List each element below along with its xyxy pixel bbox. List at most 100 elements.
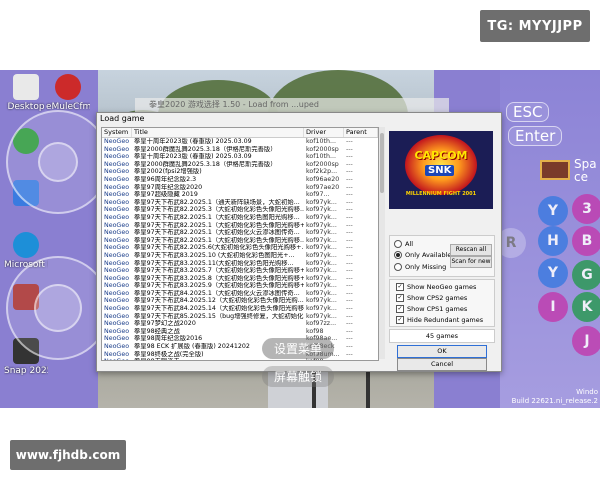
table-cell: ---: [344, 358, 378, 360]
table-row[interactable]: NeoGeo 拳皇97天下布武83.2025.11(大蛇初始化彩色阳光购移... k…: [102, 260, 378, 268]
table-row[interactable]: NeoGeo 拳皇97天下布武82.2025.6(大蛇初始化彩色头像阳光购移+..…: [102, 244, 378, 252]
table-cell: ---: [346, 320, 353, 328]
table-cell: 拳皇97天下布武82.2025.6(大蛇初始化彩色头像阳光购移+...: [134, 244, 304, 252]
check-show-cps2[interactable]: ✓ Show CPS2 games: [396, 294, 467, 302]
desktop-shortcut[interactable]: Desktop: [4, 74, 48, 112]
col-title[interactable]: Title: [132, 128, 304, 137]
table-cell: kof97yk...: [306, 312, 337, 320]
table-cell: ---: [346, 297, 353, 305]
table-cell: ---: [346, 160, 353, 168]
table-cell: NeoGeo: [104, 343, 130, 351]
table-row[interactable]: NeoGeo 拳皇97天下布武82.2025.1（大蛇初始化彩色图阳光购移... k…: [102, 214, 378, 222]
check-show-cps1[interactable]: ✓ Show CPS1 games: [396, 305, 467, 313]
table-row[interactable]: NeoGeo 拳皇十周年2023版 (春重版) 2025.03.09 kof10th…: [102, 153, 378, 161]
checkmark-icon: ✓: [396, 305, 404, 313]
table-row[interactable]: NeoGeo 拳皇97天下布武82.2025.1（大蛇初始化火云渗冰图传奇... k…: [102, 229, 378, 237]
table-cell: NeoGeo: [104, 244, 130, 252]
rescan-all-button[interactable]: Rescan all: [450, 244, 492, 256]
table-cell: kof2k2p...: [306, 168, 338, 176]
table-row[interactable]: NeoGeo 拳皇2002(fpsi2增强版) kof2k2p... ---: [102, 168, 378, 176]
button-i[interactable]: I: [538, 292, 568, 322]
check-hide-redundant[interactable]: ✓ Hide Redundant games: [396, 316, 483, 324]
scrollbar-thumb[interactable]: [380, 133, 384, 193]
esc-key[interactable]: ESC: [506, 102, 550, 122]
table-row[interactable]: NeoGeo 拳皇97天下布武82.2025.1（大蛇初始化彩色头像阳光购移+..…: [102, 222, 378, 230]
table-cell: NeoGeo: [104, 251, 130, 259]
table-row[interactable]: NeoGeo 拳皇2000群魔乱舞2025.3.18（伊格尼斯完善版） kof200…: [102, 161, 378, 169]
button-k[interactable]: K: [572, 292, 600, 322]
table-cell: ---: [346, 259, 353, 267]
table-row[interactable]: NeoGeo拳皇98周年纪念版2016kof98ae...---: [102, 335, 378, 343]
table-row[interactable]: NeoGeo 拳皇97梦幻之战2020 kof97zz... ---: [102, 320, 378, 328]
button-h[interactable]: H: [538, 226, 568, 256]
table-row[interactable]: NeoGeo拳皇98 ECK 扩展版 (春重版) 20241202kof98ec…: [102, 343, 378, 351]
table-cell: 拳皇97天下布武83.2025.11(大蛇初始化彩色阳光购移...: [134, 259, 294, 267]
button-g[interactable]: G: [572, 260, 600, 290]
table-cell: NeoGeo: [104, 138, 130, 145]
ok-button[interactable]: OK: [397, 345, 487, 358]
table-row[interactable]: NeoGeo拳皇98终极之战(完全版)kof98um...---: [102, 351, 378, 359]
table-row[interactable]: NeoGeo 拳皇97超级隐藏 2019 kof97... ---: [102, 191, 378, 199]
dpad-top[interactable]: [6, 110, 110, 214]
check-show-neogeo[interactable]: ✓ Show NeoGeo games: [396, 283, 476, 291]
list-scrollbar[interactable]: [379, 127, 385, 359]
table-cell: 拳皇97天下布武82.2025.1（通天新阵缺场景，大蛇初始...: [134, 198, 300, 206]
table-row[interactable]: NeoGeo 拳皇97天下布武82.2025.1（通天新阵缺场景，大蛇初始... k…: [102, 199, 378, 207]
table-row[interactable]: NeoGeo 拳皇97周年纪念版2020 kof97ae20 ---: [102, 184, 378, 192]
table-cell: ---: [346, 335, 353, 343]
enter-key[interactable]: Enter: [508, 126, 563, 146]
table-row[interactable]: NeoGeo 拳皇97天下布武84.2025.14（大蛇初始化彩色头像阳光购移+.…: [102, 305, 378, 313]
radio-only-missing[interactable]: Only Missing: [394, 263, 446, 271]
table-row[interactable]: NeoGeo 拳皇97天下布武83.2025.10 (大蛇初始化彩色图阳光+...…: [102, 252, 378, 260]
space-key[interactable]: Space: [574, 158, 600, 184]
table-row[interactable]: NeoGeo 拳皇97天下布武83.2025.8（大蛇初始化彩色头像阳光购移+..…: [102, 275, 378, 283]
button-y2[interactable]: Y: [538, 258, 568, 288]
analog-stick[interactable]: [6, 256, 110, 360]
button-y[interactable]: Y: [538, 196, 568, 226]
table-cell: kof97yk...: [306, 221, 337, 229]
button-3[interactable]: 3: [572, 194, 600, 224]
table-cell: NeoGeo: [102, 358, 132, 360]
table-row[interactable]: NeoGeo 拳皇97天下布武83.2025.9（大蛇初始化彩色头像阳光购移+..…: [102, 282, 378, 290]
emule-shortcut[interactable]: eMuleCfm: [46, 74, 90, 112]
table-cell: ---: [346, 229, 353, 237]
table-row[interactable]: NeoGeo 拳皇2000群魔乱舞2025.3.18（伊格尼斯完善版） kof200…: [102, 146, 378, 154]
table-cell: NeoGeo: [104, 198, 130, 206]
col-driver[interactable]: Driver: [304, 128, 344, 137]
table-row[interactable]: NeoGeo拳皇98无限连击kof98...---: [102, 358, 378, 360]
table-cell: kof97yk...: [306, 251, 337, 259]
table-row[interactable]: NeoGeo 拳皇97天下布武85.2025.15（bug增强终修复，大蛇初始化.…: [102, 313, 378, 321]
game-list[interactable]: System Title Driver Parent NeoGeo 拳皇十周年20…: [101, 127, 379, 361]
table-cell: ---: [346, 274, 353, 282]
edge-icon: [13, 232, 39, 258]
remote-desktop-screen: Desktop eMuleCfm Microsoft Edge Snap 202…: [0, 70, 600, 408]
table-cell: ---: [346, 183, 353, 191]
table-cell: ---: [346, 206, 353, 214]
table-cell: 拳皇98经典之战: [134, 327, 180, 335]
radio-all[interactable]: All: [394, 240, 413, 248]
table-row[interactable]: NeoGeo 拳皇96周年纪念版2.3 kof96ae20 ---: [102, 176, 378, 184]
table-row[interactable]: NeoGeo 拳皇十周年2023版 (春重版) 2025.03.09 kof10th…: [102, 138, 378, 146]
table-row[interactable]: NeoGeo 拳皇97天下布武82.2025.1（大蛇初始化彩色头像阳光购移...…: [102, 237, 378, 245]
button-j[interactable]: J: [572, 326, 600, 356]
settings-menu-button[interactable]: 设置菜单: [262, 338, 335, 359]
radio-dot: [394, 251, 402, 259]
radio-only-available[interactable]: Only Available: [394, 251, 451, 259]
screen-lock-button[interactable]: 屏幕触锁: [262, 366, 335, 387]
table-row[interactable]: NeoGeo 拳皇97天下布武84.2025.12（大蛇初始化彩色头像阳光购...…: [102, 297, 378, 305]
table-row[interactable]: NeoGeo 拳皇97天下布武84.2025.1（大蛇初始化火云渗冰图传奇... k…: [102, 290, 378, 298]
cancel-button[interactable]: Cancel: [397, 358, 487, 371]
button-b[interactable]: B: [572, 226, 600, 256]
table-row[interactable]: NeoGeo 拳皇98经典之战 kof98 ---: [102, 328, 378, 336]
table-cell: kof97yk...: [306, 244, 337, 252]
col-parent[interactable]: Parent: [344, 128, 378, 137]
table-cell: ---: [346, 289, 353, 297]
table-row[interactable]: NeoGeo 拳皇97天下布武82.2025.3（大蛇初始化彩色头像阳光购移...…: [102, 206, 378, 214]
coin-icon[interactable]: [540, 160, 570, 180]
table-cell: ---: [346, 312, 353, 320]
scan-new-button[interactable]: Scan for new: [450, 256, 492, 268]
col-system[interactable]: System: [102, 128, 132, 137]
table-row[interactable]: NeoGeo 拳皇97天下布武83.2025.7（大蛇初始化彩色头像阳光购移+..…: [102, 267, 378, 275]
filter-group: All Only Available Only Missing Rescan a…: [389, 235, 495, 277]
table-cell: NeoGeo: [104, 267, 130, 275]
